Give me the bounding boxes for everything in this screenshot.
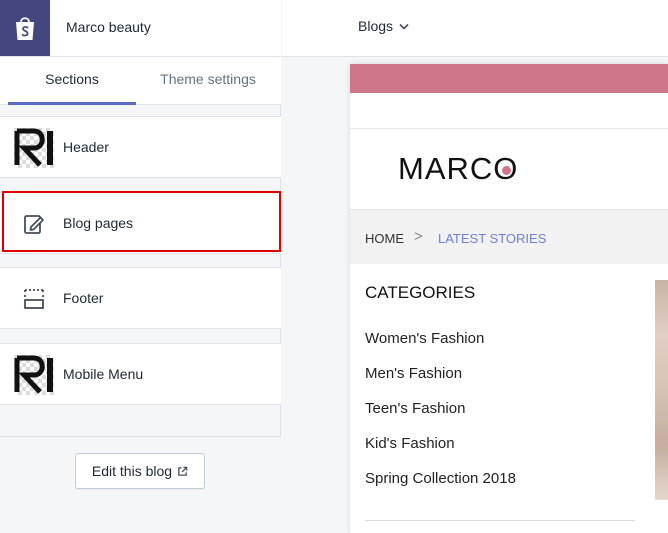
external-link-icon — [178, 466, 188, 476]
store-logo[interactable]: MARCO — [398, 151, 518, 187]
breadcrumb: HOME > LATEST STORIES — [350, 209, 668, 264]
edit-blog-label: Edit this blog — [91, 463, 173, 479]
category-link[interactable]: Men's Fashion — [365, 365, 462, 382]
announcement-bar — [350, 64, 668, 93]
edit-blog-button[interactable]: Edit this blog — [75, 453, 205, 489]
section-item-header[interactable]: Header — [0, 116, 281, 178]
logo-thumbnail — [14, 355, 54, 395]
logo-thumbnail — [14, 128, 54, 168]
categories-divider — [365, 520, 635, 521]
section-label: Mobile Menu — [63, 366, 144, 382]
breadcrumb-chevron-icon: > — [414, 228, 423, 245]
tab-theme-settings[interactable]: Theme settings — [140, 57, 276, 105]
store-logo-text: MARC — [398, 151, 494, 186]
category-link[interactable]: Teen's Fashion — [365, 400, 465, 417]
header-divider — [350, 128, 668, 129]
category-link[interactable]: Spring Collection 2018 — [365, 470, 516, 487]
page-type-dropdown[interactable]: Blogs — [358, 18, 409, 34]
category-link[interactable]: Women's Fashion — [365, 330, 484, 347]
page-type-label: Blogs — [358, 18, 394, 34]
editor-topbar: Marco beauty — [0, 0, 281, 57]
chevron-down-icon — [399, 23, 409, 30]
preview-topbar: Blogs — [282, 0, 668, 57]
logo-dot — [501, 166, 511, 175]
tab-sections[interactable]: Sections — [8, 57, 136, 105]
shop-name: Marco beauty — [66, 19, 151, 35]
section-item-footer[interactable]: Footer — [0, 267, 281, 329]
sidebar-tabs: Sections Theme settings — [0, 57, 281, 105]
storefront-preview: MARCO HOME > LATEST STORIES CATEGORIES W… — [350, 64, 668, 533]
blog-post-image[interactable] — [655, 280, 668, 500]
breadcrumb-home[interactable]: HOME — [365, 231, 404, 246]
selection-highlight — [2, 191, 281, 252]
section-item-mobile-menu[interactable]: Mobile Menu — [0, 343, 281, 405]
categories-title: CATEGORIES — [365, 283, 476, 302]
category-link[interactable]: Kid's Fashion — [365, 435, 455, 452]
breadcrumb-current[interactable]: LATEST STORIES — [438, 231, 546, 246]
store-logo-o: O — [493, 151, 518, 187]
section-label: Footer — [63, 290, 104, 306]
footer-layout-icon — [24, 289, 44, 309]
shopify-bag-icon[interactable] — [0, 0, 50, 56]
section-label: Header — [63, 139, 109, 155]
